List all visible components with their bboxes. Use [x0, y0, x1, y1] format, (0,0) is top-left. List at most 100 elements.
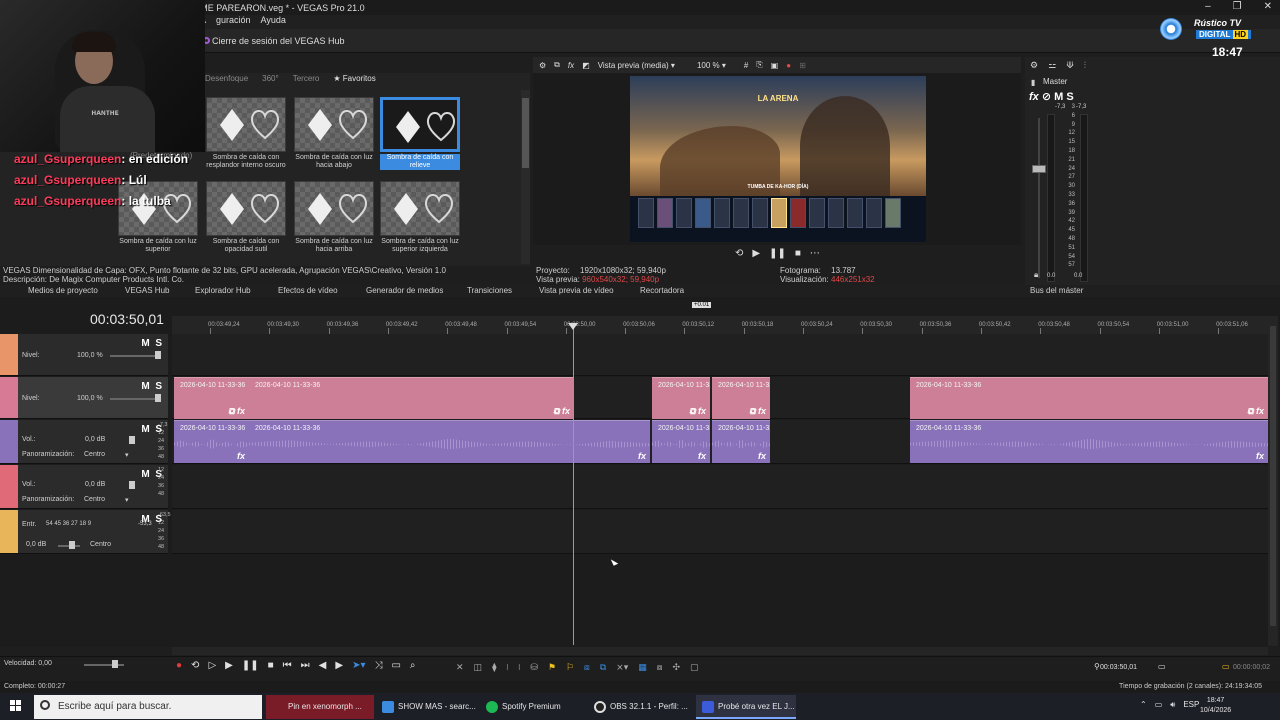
- gear-icon[interactable]: ⚙: [1030, 60, 1038, 71]
- mixer-icon[interactable]: ⚍: [1048, 60, 1056, 71]
- preview-zoom-select[interactable]: 100 % ▾: [697, 61, 726, 70]
- marker-icon[interactable]: ⚑: [548, 662, 556, 673]
- timeline-hscroll[interactable]: [172, 647, 1268, 655]
- tab-explorador-hub[interactable]: Explorador Hub: [195, 286, 251, 295]
- clip-fx-icon[interactable]: ⧉ fx: [1247, 406, 1264, 417]
- add-track-icon[interactable]: ▢: [690, 662, 699, 673]
- timeline-vscroll[interactable]: [1268, 316, 1278, 646]
- external-monitor-icon[interactable]: ⧉: [554, 60, 560, 70]
- track-lane[interactable]: [172, 510, 1268, 554]
- time-ruler[interactable]: 00:03:49,24 00:03:49,30 00:03:49,36 00:03:4…: [172, 316, 1268, 334]
- trim-icon[interactable]: ◫: [474, 662, 483, 673]
- close-button[interactable]: ✕: [1264, 1, 1272, 12]
- pause-icon[interactable]: ❚❚: [769, 248, 786, 259]
- track-header[interactable]: M S Nivel: 100,0 %: [0, 334, 168, 376]
- maximize-button[interactable]: ❐: [1233, 1, 1242, 12]
- taskbar-app-pinterest[interactable]: Pin en xenomorph ...: [266, 695, 374, 719]
- tab-bus-master[interactable]: Bus del máster: [1030, 286, 1083, 295]
- minimize-button[interactable]: –: [1205, 1, 1211, 12]
- clip-fx-icon[interactable]: ⧉ fx: [553, 406, 570, 417]
- stop-button[interactable]: ■: [268, 660, 274, 671]
- next-frame-button[interactable]: ▶: [335, 660, 343, 671]
- clip-fx-icon[interactable]: ⧉ fx: [749, 406, 766, 417]
- loop-button[interactable]: ⟲: [191, 660, 199, 671]
- track-volume-knob[interactable]: [129, 436, 135, 444]
- audio-clip[interactable]: 2026-04-10 11-33-3 fx: [712, 420, 770, 463]
- audio-clip[interactable]: 2026-04-10 11-33-36 fx: [174, 420, 249, 463]
- record-icon[interactable]: ●: [786, 61, 791, 70]
- track-header[interactable]: M S Nivel: 100,0 %: [0, 377, 168, 419]
- taskbar-app-vegas[interactable]: Probé otra vez EL J...: [696, 695, 796, 719]
- split-screen-icon[interactable]: ◩: [582, 61, 590, 70]
- fx-preset-thumb[interactable]: Sombra de caída con luz hacia arriba: [294, 181, 374, 261]
- split-icon[interactable]: ⧫: [492, 662, 496, 673]
- track-lane[interactable]: [172, 334, 1268, 376]
- fx-preset-thumb[interactable]: Sombra de caída con luz superior izquier…: [380, 181, 460, 261]
- video-clip[interactable]: 2026-04-10 11-33-3 ⧉ fx: [712, 377, 770, 419]
- track-level-slider[interactable]: [110, 398, 160, 400]
- record-button[interactable]: ●: [176, 660, 182, 671]
- trim-end-icon[interactable]: ⧙: [518, 662, 520, 673]
- auto-ripple-icon[interactable]: ⧉: [600, 662, 606, 673]
- taskbar-app-obs[interactable]: OBS 32.1.1 - Perfil: ...: [588, 695, 692, 719]
- master-solo-button[interactable]: S: [1066, 91, 1073, 103]
- track-mute-button[interactable]: M: [141, 381, 149, 392]
- track-level-knob[interactable]: [155, 394, 161, 402]
- track-header[interactable]: M S Vol.: 0,0 dB Panoramización: Centro ▾: [0, 465, 168, 509]
- tab-vegas-hub[interactable]: VEGAS Hub: [125, 286, 169, 295]
- taskbar-app-browser[interactable]: SHOW MAS - searc...: [376, 695, 476, 719]
- fx-preset-thumb[interactable]: Sombra de caída con luz hacia abajo: [294, 97, 374, 177]
- dim-icon[interactable]: ⫶: [1084, 60, 1086, 71]
- chevron-up-icon[interactable]: ⌃: [1140, 700, 1147, 710]
- track-pan-knob[interactable]: ▾: [125, 451, 129, 459]
- video-fx-icon[interactable]: fx: [568, 61, 574, 70]
- play-icon[interactable]: ▶: [752, 248, 760, 259]
- track-volume-knob[interactable]: [129, 481, 135, 489]
- network-icon[interactable]: ▭: [1155, 700, 1163, 710]
- track-pan-knob[interactable]: ▾: [125, 496, 129, 504]
- lock-icon[interactable]: 🔒︎: [1034, 270, 1038, 280]
- video-clip[interactable]: 2026-04-10 11-33-36 ⧉ fx: [174, 377, 249, 419]
- tab-efectos-video[interactable]: Efectos de vídeo: [278, 286, 338, 295]
- track-header[interactable]: M S Vol.: 0,0 dB Panoramización: Centro ▾: [0, 420, 168, 464]
- track-level-slider[interactable]: [110, 355, 160, 357]
- video-clip[interactable]: 2026-04-10 11-33-36 ⧉ fx: [910, 377, 1268, 419]
- ignore-grouping-icon[interactable]: ⧇: [657, 662, 663, 673]
- tab-medios-proyecto[interactable]: Medios de proyecto: [28, 286, 98, 295]
- video-clip[interactable]: 2026-04-10 11-33-3 ⧉ fx: [652, 377, 710, 419]
- menu-item-ayuda[interactable]: Ayuda: [261, 15, 286, 29]
- clip-fx-icon[interactable]: fx: [1256, 451, 1264, 461]
- preview-quality-select[interactable]: Vista previa (media) ▾: [598, 61, 675, 70]
- clip-fx-icon[interactable]: fx: [758, 451, 766, 461]
- taskbar-clock[interactable]: 18:47 10/4/2026: [1200, 696, 1231, 716]
- tab-360[interactable]: 360°: [262, 74, 279, 88]
- crossfade-icon[interactable]: ⨯▾: [616, 662, 628, 673]
- track-level-knob[interactable]: [155, 351, 161, 359]
- play-button[interactable]: ▶: [225, 660, 233, 671]
- taskbar-search[interactable]: Escribe aquí para buscar.: [34, 695, 262, 719]
- zoom-tool[interactable]: ⌕: [410, 660, 416, 671]
- track-header[interactable]: M S Entr. 54 45 36 27 18 9 -53,3 0,0 dB Centr…: [0, 510, 168, 554]
- master-mute-button[interactable]: M: [1054, 91, 1063, 103]
- track-lane[interactable]: [172, 465, 1268, 509]
- track-solo-button[interactable]: S: [155, 381, 162, 392]
- fx-preset-thumb[interactable]: Sombra de caída con resplandor interno o…: [206, 97, 286, 177]
- vegas-hub-logout[interactable]: Cierre de sesión del VEGAS Hub: [212, 36, 345, 46]
- downmix-icon[interactable]: ⟱: [1066, 60, 1074, 71]
- delete-icon[interactable]: ✕: [456, 662, 464, 673]
- speed-slider[interactable]: [84, 664, 124, 666]
- go-start-button[interactable]: ⏮: [283, 660, 292, 671]
- stop-icon[interactable]: ■: [795, 248, 801, 259]
- video-clip[interactable]: 2026-04-10 11-33-36 ⧉ fx: [249, 377, 574, 419]
- menu-item-configuracion[interactable]: guración: [216, 15, 251, 29]
- fx-preset-thumb[interactable]: Sombra de caída con relieve: [380, 97, 460, 177]
- volume-icon[interactable]: 🔊︎: [1170, 700, 1175, 710]
- audio-clip[interactable]: 2026-04-10 11-33-3 fx: [652, 420, 710, 463]
- selection-tool[interactable]: ▭: [391, 660, 400, 671]
- lock-icon[interactable]: ⛁: [530, 662, 538, 673]
- gear-icon[interactable]: ⚙: [539, 61, 546, 70]
- play-from-start-button[interactable]: ▷: [208, 660, 216, 671]
- go-end-button[interactable]: ⏭: [301, 660, 310, 671]
- tab-vista-previa[interactable]: Vista previa de vídeo: [539, 286, 614, 295]
- clip-fx-icon[interactable]: fx: [698, 451, 706, 461]
